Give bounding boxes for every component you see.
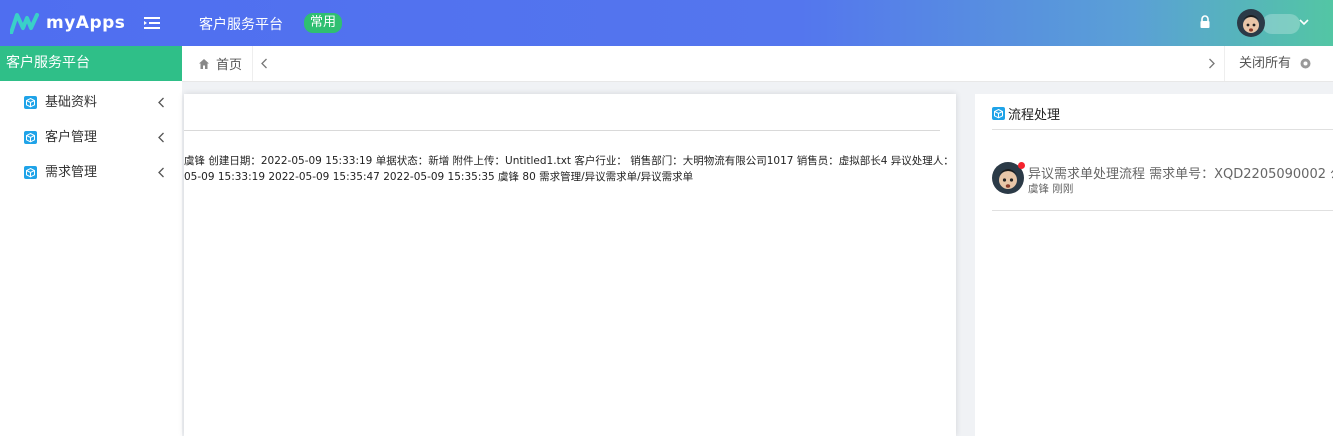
detail-card: 虞锋 创建日期：2022-05-09 15:33:19 单据状态：新增 附件上传…	[184, 94, 956, 436]
tab-bar: 首页 关闭所有	[182, 46, 1333, 82]
flow-list-item[interactable]: 异议需求单处理流程 需求单号：XQD2205090002 公 虞锋 刚刚	[992, 154, 1333, 211]
sidebar-title: 客户服务平台	[0, 46, 182, 81]
flow-item-meta: 虞锋 刚刚	[1028, 183, 1074, 195]
close-circle-icon[interactable]	[1300, 58, 1311, 69]
scroll-left-icon[interactable]	[260, 58, 268, 69]
flow-panel-title: 流程处理	[992, 104, 1061, 123]
chevron-left-icon	[158, 167, 164, 178]
home-icon	[199, 58, 209, 69]
detail-line-2: 05-09 15:33:19 2022-05-09 15:35:47 2022-…	[184, 171, 694, 183]
flow-panel: 流程处理 异议需求单处理流程 需求单号：XQD2205090002 公 虞锋 刚…	[975, 94, 1333, 436]
tab-divider	[252, 46, 253, 81]
user-name-pill[interactable]	[1262, 14, 1300, 34]
app-name: myApps	[46, 13, 126, 33]
sidebar-item-label: 需求管理	[45, 165, 98, 180]
flow-divider	[992, 129, 1333, 130]
chevron-left-icon	[158, 97, 164, 108]
chevron-down-icon[interactable]	[1298, 16, 1310, 28]
tab-home[interactable]: 首页	[198, 46, 242, 81]
scroll-right-icon[interactable]	[1208, 58, 1216, 69]
sidebar-item-demand-mgmt[interactable]: 需求管理	[0, 155, 182, 190]
sidebar-item-label: 基础资料	[45, 95, 98, 110]
platform-title[interactable]: 客户服务平台	[199, 14, 283, 34]
menu-toggle-icon[interactable]	[143, 14, 161, 32]
flow-title-label: 流程处理	[1008, 107, 1061, 123]
chevron-left-icon	[158, 132, 164, 143]
app-logo[interactable]: myApps	[10, 9, 125, 37]
cube-icon	[992, 106, 1005, 120]
cube-icon	[24, 131, 37, 144]
sidebar-item-customer-mgmt[interactable]: 客户管理	[0, 120, 182, 155]
unread-dot	[1018, 162, 1025, 169]
tab-divider	[1224, 46, 1225, 81]
flow-item-title: 异议需求单处理流程 需求单号：XQD2205090002 公	[1028, 167, 1333, 182]
sidebar-item-label: 客户管理	[45, 130, 98, 145]
user-avatar[interactable]	[1237, 9, 1265, 37]
logo-m-icon	[10, 13, 39, 34]
sidebar-item-basic-data[interactable]: 基础资料	[0, 85, 182, 120]
lock-icon[interactable]	[1199, 15, 1211, 29]
common-badge[interactable]: 常用	[304, 13, 343, 33]
cube-icon	[24, 166, 37, 179]
sidebar: 客户服务平台 基础资料 客户管理 需求管理	[0, 46, 182, 436]
detail-line-1: 虞锋 创建日期：2022-05-09 15:33:19 单据状态：新增 附件上传…	[184, 155, 954, 167]
tab-home-label: 首页	[216, 58, 243, 73]
card-divider	[184, 130, 940, 131]
top-header: myApps 客户服务平台 常用	[0, 0, 1333, 46]
cube-icon	[24, 96, 37, 109]
close-all-button[interactable]: 关闭所有	[1239, 46, 1291, 81]
